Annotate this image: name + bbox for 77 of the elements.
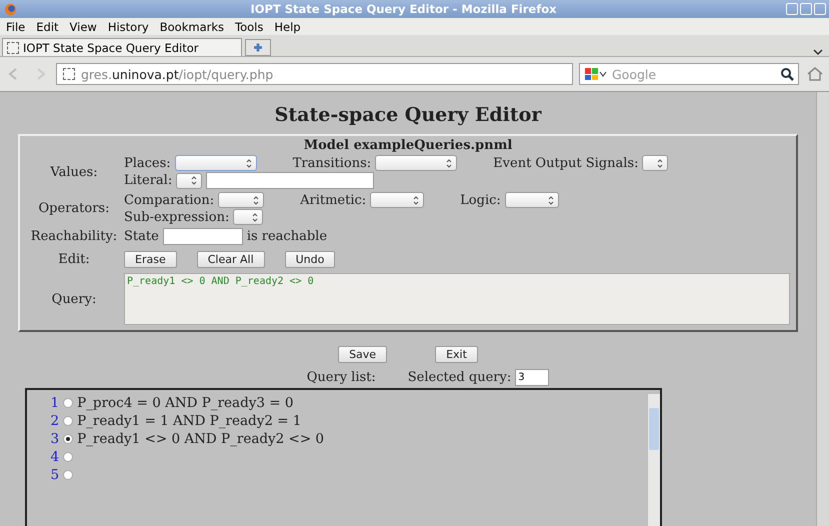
search-icon[interactable]	[780, 67, 794, 81]
query-number: 1	[50, 395, 60, 411]
comparation-select[interactable]	[218, 192, 264, 208]
edit-button[interactable]: Erase	[124, 251, 177, 268]
address-field[interactable]: gres.uninova.pt/iopt/query.php	[56, 63, 573, 85]
up-down-arrows-icon	[446, 158, 452, 168]
up-down-arrows-icon	[252, 212, 258, 222]
query-number: 5	[50, 467, 60, 483]
search-engine-icon[interactable]	[584, 67, 608, 81]
places-select[interactable]	[174, 155, 257, 171]
aritmetic-label: Aritmetic:	[300, 192, 366, 208]
transitions-label: Transitions:	[292, 156, 372, 170]
query-radio[interactable]	[63, 470, 74, 480]
subexpression-select[interactable]	[233, 209, 264, 225]
state-field[interactable]	[162, 228, 243, 245]
edit-label: Edit:	[57, 252, 91, 267]
selected-query-label: Selected query:	[408, 370, 512, 385]
edit-button[interactable]: Clear All	[196, 251, 265, 268]
query-list-label: Query list:	[306, 370, 376, 385]
signals-label: Event Output Signals:	[493, 156, 638, 170]
signals-select[interactable]	[642, 155, 668, 171]
transitions-select[interactable]	[375, 155, 458, 171]
minimize-button[interactable]	[786, 3, 798, 15]
up-down-arrows-icon	[253, 196, 260, 204]
query-number: 4	[50, 449, 60, 465]
up-down-arrows-icon	[548, 196, 554, 204]
maximize-button[interactable]	[800, 3, 812, 15]
page-heading: State-space Query Editor	[274, 104, 542, 126]
menu-item[interactable]: Help	[274, 20, 301, 34]
literal-field[interactable]	[206, 172, 374, 189]
query-number: 3	[50, 431, 60, 447]
query-radio[interactable]	[63, 452, 74, 462]
comparation-label: Comparation:	[124, 192, 214, 208]
up-down-arrows-icon	[413, 196, 420, 204]
query-label: Query:	[50, 292, 98, 306]
up-down-arrows-icon	[191, 176, 198, 185]
query-number: 2	[50, 413, 60, 429]
selected-query-field[interactable]: 3	[515, 369, 550, 386]
query-text[interactable]: P_proc4 = 0 AND P_ready3 = 0	[77, 395, 294, 411]
aritmetic-select[interactable]	[370, 192, 424, 208]
home-icon[interactable]	[805, 66, 825, 82]
reachability-label: Reachability:	[30, 229, 118, 244]
values-label: Values:	[49, 164, 99, 180]
query-radio[interactable]	[63, 416, 74, 426]
menu-item[interactable]: History	[108, 20, 149, 34]
close-button[interactable]	[814, 3, 826, 15]
new-tab-button[interactable]	[245, 39, 271, 56]
query-text[interactable]: P_ready1 <> 0 AND P_ready2 <> 0	[77, 431, 324, 447]
query-text[interactable]: P_ready1 = 1 AND P_ready2 = 1	[77, 413, 302, 429]
literal-label: Literal:	[124, 173, 172, 188]
menu-item[interactable]: Tools	[235, 20, 264, 34]
query-field[interactable]: P_ready1 <> 0 AND P_ready2 <> 0	[124, 273, 790, 325]
window-title: IOPT State Space Query Editor - Mozilla Firefox	[249, 2, 558, 16]
up-down-arrows-icon	[246, 158, 252, 168]
browser-icon	[4, 2, 17, 16]
menu-item[interactable]: Edit	[36, 20, 59, 34]
model-title: Model exampleQueries.pnml	[302, 138, 514, 153]
browser-tab[interactable]: IOPT State Space Query Editor	[2, 38, 242, 56]
action-button[interactable]: Exit	[435, 346, 478, 363]
action-button[interactable]: Save	[338, 346, 388, 363]
places-label: Places:	[124, 156, 171, 170]
chevron-icon[interactable]	[813, 48, 823, 56]
logic-label: Logic:	[460, 192, 501, 208]
query-radio[interactable]	[63, 398, 74, 408]
operators-label: Operators:	[38, 201, 110, 216]
reachable-label: is reachable	[246, 229, 328, 244]
scrollbar[interactable]	[646, 394, 660, 526]
state-label: State	[124, 229, 159, 244]
menu-item[interactable]: Bookmarks	[160, 20, 224, 34]
query-radio[interactable]	[63, 434, 74, 444]
subexpression-label: Sub-expression:	[124, 210, 230, 224]
menu-item[interactable]: View	[70, 20, 97, 34]
edit-button[interactable]: Undo	[284, 251, 336, 268]
literal-select[interactable]	[176, 172, 202, 188]
up-down-arrows-icon	[657, 158, 664, 168]
menu-item[interactable]: File	[6, 20, 26, 34]
logic-select[interactable]	[504, 192, 559, 208]
